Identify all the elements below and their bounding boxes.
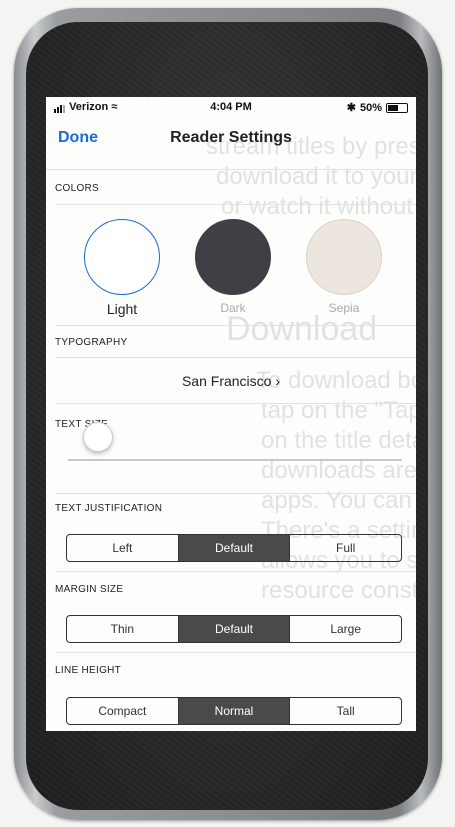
theme-sepia-label: Sepia (328, 301, 360, 315)
bg-line: apps. You can download titles (261, 487, 416, 514)
bg-line: on the title details page. You (261, 427, 416, 454)
line-height-compact-option[interactable]: Compact (67, 698, 178, 724)
typography-heading: TYPOGRAPHY (55, 337, 128, 348)
line-height-segmented-control: Compact Normal Tall (66, 697, 402, 725)
page-title: Reader Settings (170, 129, 292, 146)
colors-heading: COLORS (55, 183, 100, 194)
battery-percent: 50% (359, 101, 382, 114)
margin-heading: MARGIN SIZE (55, 584, 124, 595)
text-size-slider[interactable] (68, 459, 402, 461)
justification-segmented-control: Left Default Full (66, 534, 402, 562)
margin-large-option[interactable]: Large (289, 616, 401, 642)
divider (55, 325, 416, 326)
bg-line: resource constraints (261, 577, 416, 604)
theme-sepia-swatch[interactable] (306, 219, 382, 295)
justification-heading: TEXT JUSTIFICATION (55, 503, 163, 514)
margin-default-option[interactable]: Default (177, 616, 290, 642)
bg-line: or watch it without Wi-Fi. (221, 193, 416, 220)
divider (55, 204, 416, 205)
theme-dark-label: Dark (220, 301, 246, 315)
line-height-normal-option[interactable]: Normal (177, 698, 290, 724)
justify-left-option[interactable]: Left (67, 535, 178, 561)
margin-thin-option[interactable]: Thin (67, 616, 178, 642)
text-size-slider-thumb[interactable] (82, 422, 113, 452)
divider (55, 652, 416, 653)
divider (46, 169, 416, 170)
theme-dark-swatch[interactable] (195, 219, 271, 295)
theme-light-label: Light (106, 301, 138, 317)
divider (55, 357, 416, 358)
justify-full-option[interactable]: Full (289, 535, 401, 561)
bluetooth-icon: ✱ (346, 102, 356, 114)
line-height-heading: LINE HEIGHT (55, 665, 122, 676)
justify-default-option[interactable]: Default (177, 535, 290, 561)
divider (55, 403, 416, 404)
battery-icon (386, 102, 408, 113)
status-bar: Verizon ≈ 4:04 PM ✱ 50% (46, 97, 416, 117)
bg-line: tap on the "Tap here to download" (261, 397, 416, 424)
bg-line: Download (226, 310, 378, 348)
divider (55, 571, 416, 572)
reader-settings-screen: stream titles by pressing download it to… (46, 97, 416, 731)
margin-segmented-control: Thin Default Large (66, 615, 402, 643)
divider (55, 493, 416, 494)
line-height-tall-option[interactable]: Tall (289, 698, 401, 724)
font-selector[interactable]: San Francisco › (46, 373, 416, 389)
theme-light-swatch[interactable] (84, 219, 160, 295)
battery-status: ✱ 50% (347, 101, 408, 114)
bg-line: download it to your device, (216, 163, 416, 190)
nav-bar: Done Reader Settings (46, 121, 416, 161)
